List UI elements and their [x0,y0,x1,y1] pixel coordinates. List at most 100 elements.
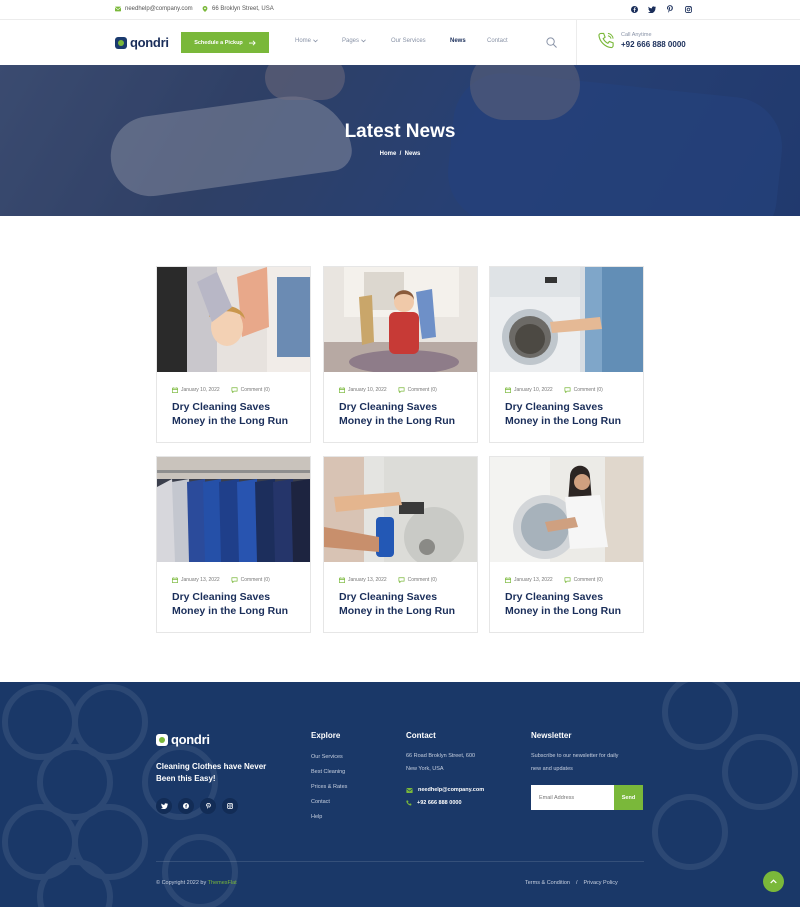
comment-icon [398,387,405,393]
map-pin-icon [202,6,208,12]
scroll-to-top-button[interactable] [763,871,784,892]
news-card-title[interactable]: Dry Cleaning Saves Money in the Long Run [339,400,464,428]
footer-link-contact[interactable]: Contact [311,799,330,805]
news-card-title[interactable]: Dry Cleaning Saves Money in the Long Run [339,590,464,618]
news-card-meta: January 13, 2022 Comment (0) [505,577,603,583]
logo-text: qondri [130,35,169,50]
comment-icon [231,577,238,583]
nav-contact-label: Contact [487,38,508,44]
news-card-title[interactable]: Dry Cleaning Saves Money in the Long Run [172,400,297,428]
news-card[interactable]: January 10, 2022 Comment (0) Dry Cleanin… [156,266,311,443]
twitter-icon[interactable] [648,5,656,13]
footer-link-our-services[interactable]: Our Services [311,754,343,760]
footer-social-links [156,798,238,814]
news-card-meta: January 13, 2022 Comment (0) [172,577,270,583]
newsletter-send-button[interactable]: Send [614,785,643,810]
news-card-comments[interactable]: Comment (0) [408,577,437,583]
news-card-date: January 13, 2022 [181,577,220,583]
comment-icon [564,387,571,393]
nav-home[interactable]: Home [295,38,318,44]
news-card-title[interactable]: Dry Cleaning Saves Money in the Long Run [505,400,630,428]
news-card[interactable]: January 10, 2022 Comment (0) Dry Cleanin… [489,266,644,443]
nav-home-label: Home [295,38,312,44]
nav-news[interactable]: News [450,38,466,44]
arrow-right-icon [248,40,256,45]
footer-link-prices-rates[interactable]: Prices & Rates [311,784,347,790]
news-card-date: January 13, 2022 [514,577,553,583]
news-card-comments[interactable]: Comment (0) [574,577,603,583]
news-card-date: January 10, 2022 [514,387,553,393]
news-card-image[interactable] [490,457,643,562]
footer-phone-text: +92 666 888 0000 [417,800,462,806]
calendar-icon [505,577,511,583]
header-divider [576,20,577,65]
breadcrumb-current: News [404,151,421,157]
main-header: qondri Schedule a Pickup Home Pages Our … [0,20,800,65]
mail-icon [406,787,413,793]
footer-legal-links: Terms & Condition / Privacy Policy [525,880,618,886]
top-bar: needhelp@company.com 66 Broklyn Street, … [0,0,800,20]
instagram-icon[interactable] [684,5,692,13]
news-card-comments[interactable]: Comment (0) [408,387,437,393]
newsletter-email-input[interactable] [531,785,614,810]
news-card[interactable]: January 10, 2022 Comment (0) Dry Cleanin… [323,266,478,443]
site-logo[interactable]: qondri [115,35,169,50]
pinterest-icon[interactable] [666,5,674,13]
nav-pages[interactable]: Pages [342,38,366,44]
twitter-icon[interactable] [156,798,172,814]
copyright-text: © Copyright 2022 by [156,880,207,886]
news-card[interactable]: January 13, 2022 Comment (0) Dry Cleanin… [323,456,478,633]
call-number: +92 666 888 0000 [621,40,686,49]
search-icon[interactable] [546,37,557,48]
nav-news-label: News [450,38,466,44]
topbar-address-text: 66 Broklyn Street, USA [212,6,274,12]
footer-phone[interactable]: +92 666 888 0000 [406,800,462,806]
news-card-image[interactable] [324,267,477,372]
footer-divider [156,861,644,862]
news-card-image[interactable] [324,457,477,562]
legal-separator: / [575,880,578,886]
call-anytime[interactable]: Call Anytime +92 666 888 0000 [598,32,686,49]
calendar-icon [339,577,345,583]
topbar-email[interactable]: needhelp@company.com [115,6,193,12]
news-card-comments[interactable]: Comment (0) [241,387,270,393]
news-card-image[interactable] [157,457,310,562]
schedule-pickup-button[interactable]: Schedule a Pickup [181,32,269,53]
news-card[interactable]: January 13, 2022 Comment (0) Dry Cleanin… [489,456,644,633]
news-card-title[interactable]: Dry Cleaning Saves Money in the Long Run [172,590,297,618]
chevron-down-icon [361,39,366,43]
copyright-brand-link[interactable]: ThemesFlat [208,880,237,886]
news-card-comments[interactable]: Comment (0) [241,577,270,583]
news-card-comments[interactable]: Comment (0) [574,387,603,393]
news-card[interactable]: January 13, 2022 Comment (0) Dry Cleanin… [156,456,311,633]
chevron-up-icon [770,879,777,884]
footer-link-help[interactable]: Help [311,814,322,820]
breadcrumb: Home / News [0,151,800,157]
nav-contact[interactable]: Contact [487,38,508,44]
instagram-icon[interactable] [222,798,238,814]
nav-our-services[interactable]: Our Services [391,38,426,44]
footer-address-line2: New York, USA [406,766,444,772]
news-card-image[interactable] [157,267,310,372]
footer-logo[interactable]: qondri [156,732,210,747]
facebook-icon[interactable] [630,5,638,13]
chevron-down-icon [313,39,318,43]
topbar-social-links [630,5,692,13]
pinterest-icon[interactable] [200,798,216,814]
news-card-title[interactable]: Dry Cleaning Saves Money in the Long Run [505,590,630,618]
privacy-link[interactable]: Privacy Policy [583,880,617,886]
calendar-icon [172,577,178,583]
newsletter-description-line2: new and updates [531,766,573,772]
comment-icon [564,577,571,583]
footer-link-best-cleaning[interactable]: Best Cleaning [311,769,345,775]
news-card-image[interactable] [490,267,643,372]
footer-email-text: needhelp@company.com [418,787,485,793]
phone-icon [598,32,614,49]
topbar-address: 66 Broklyn Street, USA [202,6,274,12]
nav-pages-label: Pages [342,38,360,44]
facebook-icon[interactable] [178,798,194,814]
footer-email[interactable]: needhelp@company.com [406,787,484,793]
newsletter-description: Subscribe to our newsletter for daily ne… [531,750,618,776]
breadcrumb-home[interactable]: Home [380,151,397,157]
terms-link[interactable]: Terms & Condition [525,880,570,886]
